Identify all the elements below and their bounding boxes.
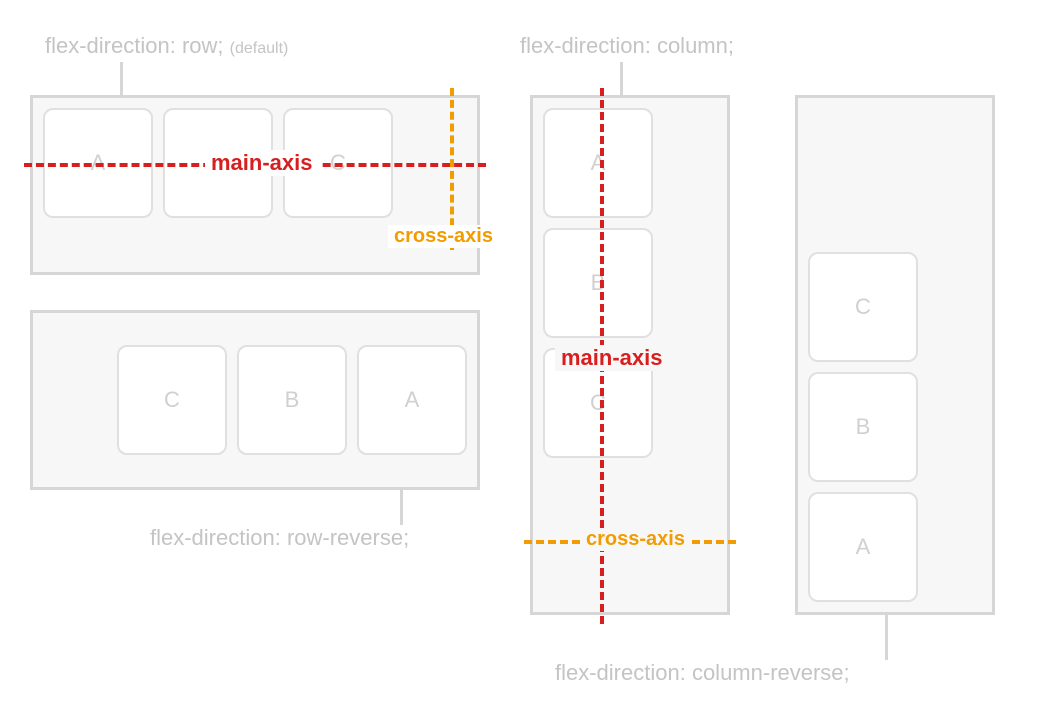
flex-container-row: A B C bbox=[30, 95, 480, 275]
flex-item: A bbox=[808, 492, 918, 602]
caption-colrev: flex-direction: column-reverse; bbox=[555, 660, 850, 686]
flex-item: B bbox=[543, 228, 653, 338]
flex-item: A bbox=[357, 345, 467, 455]
nub bbox=[885, 615, 888, 660]
main-axis-label: main-axis bbox=[555, 345, 669, 371]
flex-item: C bbox=[808, 252, 918, 362]
caption-row-text: flex-direction: row; bbox=[45, 33, 224, 58]
nub bbox=[620, 62, 623, 95]
cross-axis-label: cross-axis bbox=[388, 225, 499, 248]
caption-row-default: (default) bbox=[230, 40, 289, 57]
caption-rowrev: flex-direction: row-reverse; bbox=[150, 525, 409, 551]
nub bbox=[120, 62, 123, 95]
caption-row: flex-direction: row; (default) bbox=[45, 33, 288, 59]
nub bbox=[400, 490, 403, 525]
flex-item: C bbox=[117, 345, 227, 455]
cross-axis-label: cross-axis bbox=[580, 528, 691, 551]
flex-item: A bbox=[543, 108, 653, 218]
flex-item: B bbox=[237, 345, 347, 455]
main-axis-label: main-axis bbox=[205, 150, 319, 176]
caption-col: flex-direction: column; bbox=[520, 33, 734, 59]
flex-item: B bbox=[808, 372, 918, 482]
flex-container-column-reverse: A B C bbox=[795, 95, 995, 615]
flex-container-row-reverse: A B C bbox=[30, 310, 480, 490]
